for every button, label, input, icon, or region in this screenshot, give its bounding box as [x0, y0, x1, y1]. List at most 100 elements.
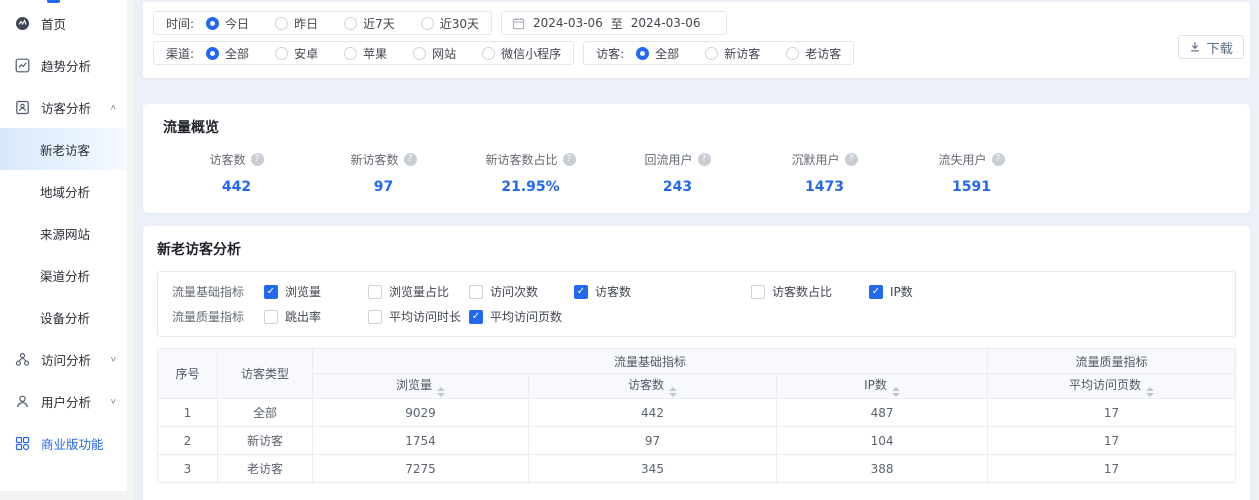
sidebar-item-new-old-visitors[interactable]: 新老访客 [0, 128, 127, 170]
sortable-col-header[interactable]: 访客数 [528, 373, 777, 399]
checkbox-icon [751, 284, 765, 299]
channel-option-0[interactable]: 全部 [206, 45, 249, 62]
metric-checkbox-0-5[interactable]: ✓ IP数 [869, 283, 1221, 300]
help-icon[interactable]: ? [562, 153, 576, 166]
table-cell: 新访客 [217, 426, 313, 455]
col-header-label: IP数 [864, 377, 887, 392]
filter-bar: 时间: 今日 昨日 近7天 近30天 2024-03-06 至 2024-03-06 渠… [143, 2, 1250, 78]
table-cell: 9029 [312, 398, 529, 427]
metric-4: 沉默用户? 1473 [751, 151, 898, 195]
metric-2: 新访客数占比? 21.95% [457, 151, 604, 195]
time-option-1[interactable]: 昨日 [275, 15, 318, 32]
time-filter-label: 时间: [166, 16, 195, 31]
help-icon[interactable]: ? [403, 153, 417, 166]
radio-icon [705, 46, 719, 60]
metric-label: 新访客数占比 [485, 153, 558, 167]
sidebar-item-label: 用户分析 [41, 394, 92, 410]
checkbox-label: 平均访问时长 [389, 310, 462, 324]
radio-option-label: 近7天 [363, 16, 395, 31]
table-cell: 17 [987, 426, 1236, 455]
sortable-col-header[interactable]: 平均访问页数 [987, 373, 1236, 399]
col-group-header-0: 流量基础指标 [311, 348, 989, 374]
time-option-0[interactable]: 今日 [206, 15, 249, 32]
metric-3: 回流用户? 243 [604, 151, 751, 195]
table-cell: 345 [528, 454, 777, 483]
sortable-col-header[interactable]: IP数 [775, 373, 989, 399]
radio-icon [275, 16, 289, 30]
checkbox-checked-icon: ✓ [574, 284, 588, 299]
sidebar-item-trend-analysis[interactable]: 趋势分析 [0, 44, 127, 86]
visitor-option-0[interactable]: 全部 [636, 45, 679, 62]
sidebar-item-label: 趋势分析 [41, 58, 92, 74]
overview-title: 流量概览 [163, 120, 219, 136]
time-filter-group: 时间: 今日 昨日 近7天 近30天 [153, 11, 492, 35]
help-icon[interactable]: ? [844, 153, 858, 166]
visitor-data-table: 序号 访客类型 流量基础指标 流量质量指标 浏览量 访客数 IP数 平均访问页数 1 全部 902… [157, 348, 1236, 483]
date-range-picker[interactable]: 2024-03-06 至 2024-03-06 [501, 11, 727, 35]
sidebar-item-user-analysis[interactable]: 用户分析 ∨ [0, 380, 127, 422]
metric-5: 流失用户? 1591 [898, 151, 1045, 195]
sidebar-item-region-analysis[interactable]: 地域分析 [0, 170, 127, 212]
sidebar-item-visit-analysis[interactable]: 访问分析 ∨ [0, 338, 127, 380]
metric-checkbox-0-3[interactable]: ✓ 访客数 [574, 283, 751, 300]
radio-icon [413, 46, 427, 60]
checkbox-label: IP数 [890, 285, 913, 299]
help-icon[interactable]: ? [697, 153, 711, 166]
time-option-3[interactable]: 近30天 [420, 15, 479, 32]
visitor-option-1[interactable]: 新访客 [705, 45, 760, 62]
metric-value: 1591 [952, 179, 991, 195]
sidebar-item-device-analysis[interactable]: 设备分析 [0, 296, 127, 338]
radio-icon [482, 46, 496, 60]
time-option-2[interactable]: 近7天 [344, 15, 395, 32]
metric-checkbox-1-2[interactable]: ✓ 平均访问页数 [469, 308, 574, 325]
chevron-down-icon: ∨ [109, 396, 117, 406]
table-cell: 97 [528, 426, 777, 455]
sidebar-item-premium-features[interactable]: 商业版功能 [0, 422, 127, 464]
checkbox-label: 访问次数 [490, 285, 539, 299]
table-cell: 老访客 [217, 454, 313, 483]
channel-filter-group: 渠道: 全部 安卓 苹果 网站 微信小程序 [153, 41, 575, 65]
metric-checkbox-0-1[interactable]: 浏览量占比 [368, 283, 469, 300]
table-cell: 388 [775, 454, 989, 483]
radio-icon [786, 46, 800, 60]
metric-checkbox-0-0[interactable]: ✓ 浏览量 [264, 283, 368, 300]
sidebar-item-label: 首页 [41, 16, 67, 32]
col-header-label: 浏览量 [395, 377, 432, 392]
metric-checkbox-1-1[interactable]: 平均访问时长 [368, 308, 469, 325]
channel-filter-label: 渠道: [166, 46, 195, 61]
radio-option-label: 网站 [432, 46, 457, 61]
radio-option-label: 全部 [225, 46, 250, 61]
table-row: 1 全部 9029 442 487 17 [157, 398, 1236, 427]
radio-option-label: 安卓 [294, 46, 319, 61]
checkbox-checked-icon: ✓ [264, 284, 278, 299]
visitor-doc-icon [14, 99, 30, 115]
help-icon[interactable]: ? [991, 153, 1005, 166]
sidebar-item-channel-analysis[interactable]: 渠道分析 [0, 254, 127, 296]
radio-option-label: 近30天 [439, 16, 479, 31]
channel-option-4[interactable]: 微信小程序 [482, 45, 561, 62]
metric-checkbox-1-0[interactable]: 跳出率 [264, 308, 368, 325]
chevron-down-icon: ∨ [109, 354, 117, 364]
app-layout: 首页 趋势分析 访客分析 ∧ 新老访客 地域分析 来源网站 渠道分析 设备分析 访问分析 ∨ 用户分析… [0, 0, 1259, 500]
checkbox-icon [368, 284, 382, 299]
channel-option-1[interactable]: 安卓 [275, 45, 318, 62]
sidebar-scrollbar[interactable] [127, 0, 134, 500]
sortable-col-header[interactable]: 浏览量 [312, 373, 529, 399]
channel-option-2[interactable]: 苹果 [344, 45, 387, 62]
date-start: 2024-03-06 [533, 16, 603, 30]
help-icon[interactable]: ? [250, 153, 264, 166]
metric-checkbox-0-4[interactable]: 访客数占比 [751, 283, 869, 300]
sidebar-item-label: 访客分析 [41, 100, 92, 116]
radio-option-label: 今日 [225, 16, 250, 31]
visitor-option-2[interactable]: 老访客 [786, 45, 841, 62]
table-cell: 104 [775, 426, 989, 455]
metric-checkbox-0-2[interactable]: 访问次数 [469, 283, 574, 300]
date-separator: 至 [610, 16, 623, 31]
sidebar-item-home[interactable]: 首页 [0, 2, 127, 44]
metric-label: 流失用户 [938, 153, 987, 167]
sidebar-item-visitor-analysis[interactable]: 访客分析 ∧ [0, 86, 127, 128]
download-button[interactable]: 下载 [1178, 35, 1244, 59]
sidebar-item-source-website[interactable]: 来源网站 [0, 212, 127, 254]
sidebar-item-label: 来源网站 [40, 226, 91, 242]
channel-option-3[interactable]: 网站 [413, 45, 456, 62]
